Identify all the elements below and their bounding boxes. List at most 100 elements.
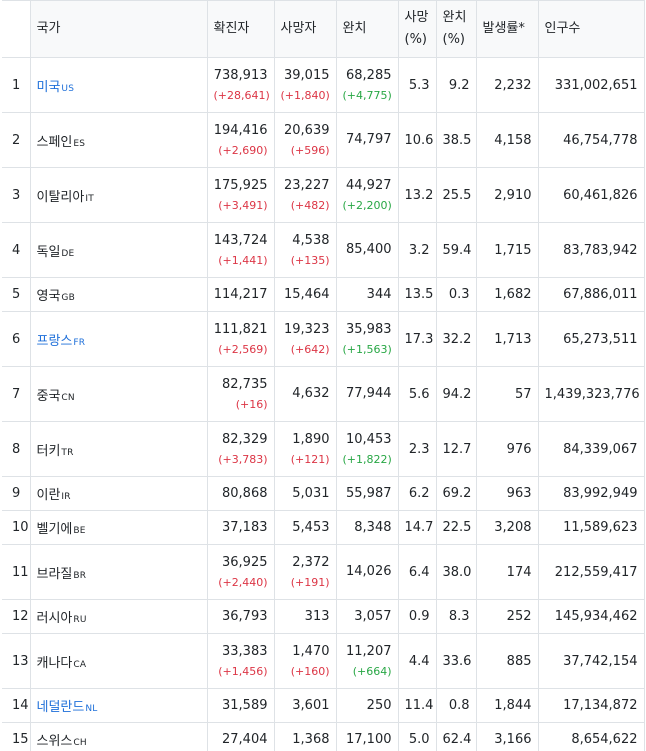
row-rank: 11 <box>2 544 31 600</box>
header-death-rate[interactable]: 사망 (%) <box>397 0 437 58</box>
country-name-cell: 캐나다CA <box>29 633 208 689</box>
country-name[interactable]: 프랑스 <box>37 334 73 349</box>
row-rank: 8 <box>2 421 31 477</box>
population-cell: 145,934,462 <box>537 599 645 634</box>
deaths-cell: 23,227 (+482) <box>273 167 337 223</box>
confirmed-cell: 36,793 <box>206 599 275 634</box>
population-cell: 37,742,154 <box>537 633 645 689</box>
recovery-rate-cell: 62.4 <box>435 722 477 751</box>
confirmed-cell-delta: (+2,440) <box>218 576 268 589</box>
confirmed-cell: 80,868 <box>206 476 275 511</box>
deaths-cell-value: 2,372 <box>292 555 330 570</box>
deaths-cell: 313 <box>273 599 337 634</box>
header-recovered[interactable]: 완치 <box>335 0 399 58</box>
country-code[interactable]: FR <box>73 338 85 348</box>
table-row: 9 이란IR 80,868 5,031 55,987 6.2 69.2 963 83,992,9… <box>2 476 645 511</box>
recovery-rate-cell: 22.5 <box>435 510 477 545</box>
header-incidence[interactable]: 발생률* <box>475 0 539 58</box>
death-rate-cell: 6.2 <box>397 476 437 511</box>
table-row: 14 네덜란드NL 31,589 3,601 250 11.4 0.8 1,844 17,134… <box>2 688 645 723</box>
deaths-cell-value: 23,227 <box>284 178 330 193</box>
deaths-cell: 2,372 (+191) <box>273 544 337 600</box>
header-confirmed[interactable]: 확진자 <box>206 0 275 58</box>
recovered-cell-value: 17,100 <box>346 731 392 747</box>
recovered-cell-value: 14,026 <box>346 564 392 579</box>
table-row: 10 벨기에BE 37,183 5,453 8,348 14.7 22.5 3,208 11,5… <box>2 510 645 545</box>
header-recovery-rate-line2: (%) <box>442 32 466 47</box>
country-name-cell: 이탈리아IT <box>29 167 208 223</box>
country-name-cell: 독일DE <box>29 222 208 278</box>
country-code: ES <box>73 138 86 149</box>
country-name-cell[interactable]: 미국US <box>29 57 208 113</box>
recovered-cell: 17,100 <box>335 722 399 751</box>
death-rate-cell: 13.5 <box>397 277 437 312</box>
country-name-cell[interactable]: 네덜란드NL <box>29 688 208 723</box>
row-rank: 2 <box>2 112 31 168</box>
incidence-cell: 2,910 <box>475 167 539 223</box>
population-cell: 331,002,651 <box>537 57 645 113</box>
recovery-rate-cell: 59.4 <box>435 222 477 278</box>
death-rate-cell: 6.4 <box>397 544 437 600</box>
incidence-cell: 3,166 <box>475 722 539 751</box>
country-name[interactable]: 미국 <box>37 80 61 95</box>
recovered-cell: 35,983 (+1,563) <box>335 311 399 367</box>
country-name: 브라질 <box>36 566 73 582</box>
confirmed-cell: 37,183 <box>206 510 275 545</box>
population-cell: 8,654,622 <box>537 722 645 751</box>
header-population[interactable]: 인구수 <box>537 0 645 58</box>
confirmed-cell-delta: (+1,441) <box>218 254 268 267</box>
country-name-cell[interactable]: 프랑스FR <box>29 311 208 367</box>
country-name[interactable]: 네덜란드 <box>37 700 85 715</box>
deaths-cell-delta: (+160) <box>290 665 330 678</box>
incidence-cell: 1,682 <box>475 277 539 312</box>
incidence-cell: 4,158 <box>475 112 539 168</box>
recovered-cell-value: 55,987 <box>346 485 392 501</box>
deaths-cell: 5,031 <box>273 476 337 511</box>
recovered-cell-value: 344 <box>366 286 392 302</box>
deaths-cell-value: 15,464 <box>284 286 330 302</box>
population-cell: 67,886,011 <box>537 277 645 312</box>
table-row: 13 캐나다CA 33,383 (+1,456) 1,470 (+160) 11,207 (+… <box>2 633 645 689</box>
confirmed-cell-value: 82,735 <box>222 377 268 392</box>
deaths-cell: 1,890 (+121) <box>273 421 337 477</box>
deaths-cell-value: 3,601 <box>292 697 330 713</box>
country-name: 벨기에 <box>36 522 73 537</box>
incidence-cell: 1,715 <box>475 222 539 278</box>
header-country[interactable]: 국가 <box>29 0 208 58</box>
row-rank: 9 <box>2 476 31 511</box>
confirmed-cell: 27,404 <box>206 722 275 751</box>
header-recovery-rate[interactable]: 완치 (%) <box>435 0 477 58</box>
row-rank: 5 <box>2 277 31 312</box>
country-code[interactable]: NL <box>85 704 97 714</box>
confirmed-cell-value: 27,404 <box>222 731 268 747</box>
confirmed-cell-value: 111,821 <box>213 322 268 337</box>
deaths-cell-delta: (+135) <box>290 254 330 267</box>
header-rank <box>2 0 31 58</box>
country-code: CA <box>73 659 87 670</box>
table-row: 1 미국US 738,913 (+28,641) 39,015 (+1,840) 68,28… <box>2 57 645 113</box>
header-deaths[interactable]: 사망자 <box>273 0 337 58</box>
recovered-cell-value: 250 <box>366 697 392 713</box>
country-name-cell: 중국CN <box>29 366 208 422</box>
incidence-cell: 3,208 <box>475 510 539 545</box>
confirmed-cell: 194,416 (+2,690) <box>206 112 275 168</box>
recovered-cell: 68,285 (+4,775) <box>335 57 399 113</box>
recovered-cell: 77,944 <box>335 366 399 422</box>
row-rank: 6 <box>2 311 31 367</box>
deaths-cell-value: 1,890 <box>292 432 330 447</box>
table-row: 6 프랑스FR 111,821 (+2,569) 19,323 (+642) 35,983(… <box>2 311 645 367</box>
recovered-cell: 250 <box>335 688 399 723</box>
table-row: 3 이탈리아IT 175,925 (+3,491) 23,227 (+482) 44,927… <box>2 167 645 223</box>
deaths-cell-value: 4,538 <box>292 233 330 248</box>
country-name: 영국 <box>36 289 61 304</box>
country-code[interactable]: US <box>61 84 74 94</box>
deaths-cell: 39,015 (+1,840) <box>273 57 337 113</box>
country-name-cell: 터키TR <box>29 421 208 477</box>
recovery-rate-cell: 94.2 <box>435 366 477 422</box>
recovered-cell-value: 35,983 <box>346 322 392 337</box>
country-code: CN <box>61 392 75 403</box>
deaths-cell-value: 313 <box>304 608 330 624</box>
country-code: IT <box>85 193 94 204</box>
confirmed-cell-value: 80,868 <box>222 485 268 501</box>
row-rank: 4 <box>2 222 31 278</box>
